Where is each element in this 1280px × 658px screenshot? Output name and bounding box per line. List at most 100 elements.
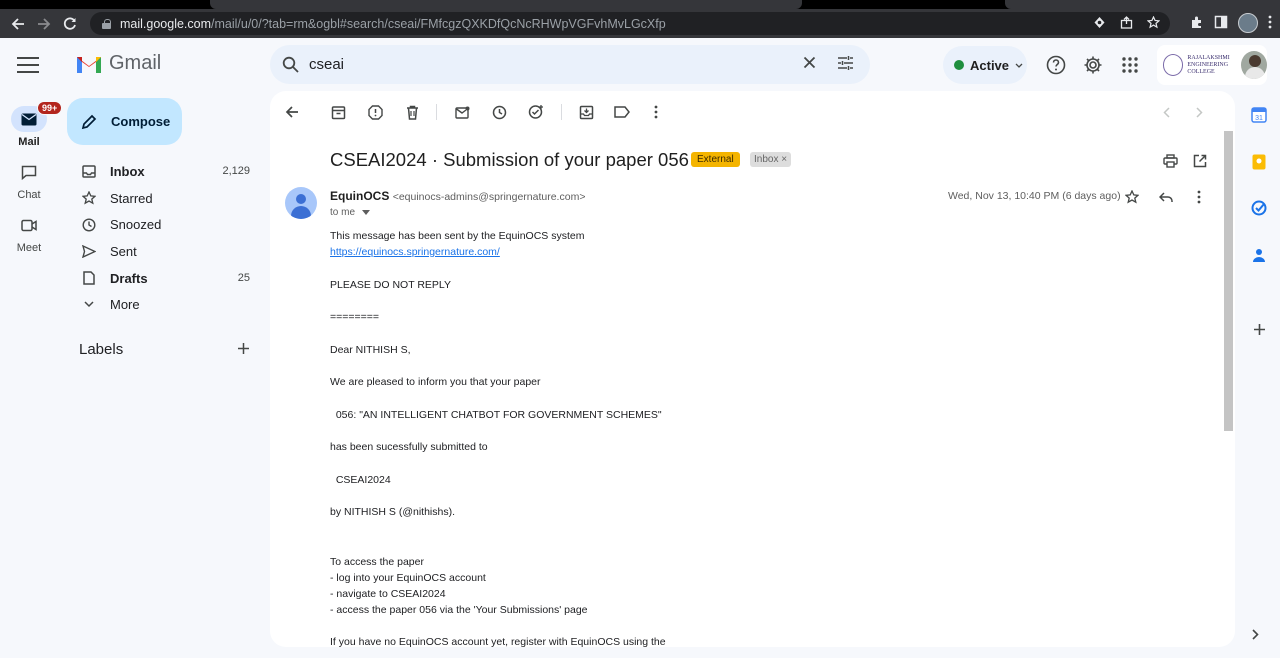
body-line: CSEAI2024 bbox=[330, 474, 391, 486]
browser-menu-icon[interactable] bbox=[1268, 15, 1272, 32]
body-line: If you have no EquinOCS account yet, reg… bbox=[330, 636, 666, 647]
move-to-icon[interactable] bbox=[577, 103, 595, 121]
account-card[interactable]: RAJALAKSHMI ENGINEERING COLLEGE bbox=[1157, 45, 1268, 85]
browser-tab-strip bbox=[0, 0, 1280, 9]
share-icon[interactable] bbox=[1120, 16, 1133, 32]
mail-icon bbox=[21, 113, 37, 125]
folder-count: 25 bbox=[237, 272, 250, 285]
add-label-button[interactable] bbox=[237, 339, 250, 359]
org-name: RAJALAKSHMI ENGINEERING COLLEGE bbox=[1187, 54, 1230, 75]
keep-icon[interactable] bbox=[1250, 153, 1268, 171]
rail-chat[interactable]: Chat bbox=[0, 159, 58, 201]
expand-side-panel-chevron-icon[interactable] bbox=[1252, 628, 1259, 643]
body-line: PLEASE DO NOT REPLY bbox=[330, 279, 451, 291]
folder-label: Drafts bbox=[110, 270, 148, 286]
body-line: 056: "AN INTELLIGENT CHATBOT FOR GOVERNM… bbox=[330, 409, 662, 421]
body-line: by NITHISH S (@nithishs). bbox=[330, 506, 456, 518]
sender-name[interactable]: EquinOCS bbox=[330, 189, 389, 203]
rail-meet[interactable]: Meet bbox=[0, 212, 58, 254]
sender-email: <equinocs-admins@springernature.com> bbox=[392, 191, 586, 203]
scrollbar-thumb[interactable] bbox=[1224, 131, 1233, 431]
rail-mail[interactable]: 99+ Mail bbox=[0, 101, 63, 148]
eye-icon[interactable] bbox=[1093, 16, 1106, 32]
folder-more[interactable]: More bbox=[70, 291, 265, 318]
compose-label: Compose bbox=[111, 114, 171, 129]
browser-profile-avatar[interactable] bbox=[1238, 13, 1258, 33]
bookmark-star-icon[interactable] bbox=[1146, 15, 1161, 32]
account-avatar bbox=[1241, 51, 1268, 79]
message-more-icon[interactable] bbox=[1190, 188, 1208, 206]
url-text: mail.google.com/mail/u/0/?tab=rm&ogbl#se… bbox=[120, 16, 666, 31]
chat-icon bbox=[21, 165, 37, 180]
gmail-logo-text: Gmail bbox=[109, 52, 162, 74]
extensions-puzzle-icon[interactable] bbox=[1190, 15, 1204, 32]
star-icon[interactable] bbox=[1123, 188, 1141, 206]
email-subject: CSEAI2024 · Submission of your paper 056 bbox=[330, 149, 689, 170]
add-task-icon[interactable] bbox=[527, 103, 545, 121]
pencil-icon bbox=[81, 114, 97, 129]
delete-trash-icon[interactable] bbox=[403, 103, 421, 121]
forward-arrow-icon[interactable] bbox=[31, 11, 57, 37]
folder-drafts[interactable]: Drafts 25 bbox=[70, 265, 265, 292]
reply-icon[interactable] bbox=[1157, 188, 1175, 206]
status-selector[interactable]: Active bbox=[943, 46, 1027, 84]
recipient-details-toggle[interactable]: to me bbox=[330, 207, 370, 218]
clock-icon bbox=[82, 218, 96, 232]
send-icon bbox=[82, 244, 96, 258]
folder-inbox[interactable]: Inbox 2,129 bbox=[70, 158, 265, 185]
folder-sent[interactable]: Sent bbox=[70, 238, 265, 265]
search-bar[interactable]: cseai bbox=[270, 45, 870, 84]
side-panel-icon[interactable] bbox=[1214, 15, 1228, 32]
newer-chevron-left-icon[interactable] bbox=[1157, 103, 1175, 121]
recipient-label: to me bbox=[330, 207, 356, 218]
compose-button[interactable]: Compose bbox=[67, 98, 182, 145]
sender-line: EquinOCS <equinocs-admins@springernature… bbox=[330, 189, 585, 203]
archive-icon[interactable] bbox=[329, 103, 347, 121]
back-to-search-icon[interactable] bbox=[283, 103, 301, 121]
clear-search-icon[interactable] bbox=[803, 53, 816, 74]
gmail-logo[interactable]: Gmail bbox=[75, 52, 161, 75]
help-icon[interactable] bbox=[1045, 54, 1067, 76]
inbox-label-chip[interactable]: Inbox × bbox=[750, 152, 792, 167]
folder-snoozed[interactable]: Snoozed bbox=[70, 211, 265, 238]
add-addon-plus-icon[interactable] bbox=[1250, 320, 1268, 338]
apps-grid-icon[interactable] bbox=[1119, 54, 1141, 76]
back-arrow-icon[interactable] bbox=[5, 11, 31, 37]
more-options-icon[interactable] bbox=[647, 103, 665, 121]
settings-gear-icon[interactable] bbox=[1082, 54, 1104, 76]
contacts-icon[interactable] bbox=[1250, 246, 1268, 264]
body-line: - navigate to CSEAI2024 bbox=[330, 588, 446, 600]
college-seal-icon bbox=[1163, 54, 1184, 76]
reload-icon[interactable] bbox=[57, 11, 83, 37]
search-options-icon[interactable] bbox=[837, 55, 854, 76]
calendar-icon[interactable]: 31 bbox=[1250, 106, 1268, 124]
browser-tab[interactable] bbox=[210, 0, 802, 9]
draft-icon bbox=[82, 271, 96, 285]
browser-tab[interactable] bbox=[1005, 0, 1280, 9]
folder-label: Starred bbox=[110, 190, 153, 206]
address-bar[interactable]: mail.google.com/mail/u/0/?tab=rm&ogbl#se… bbox=[90, 12, 1170, 35]
older-chevron-right-icon[interactable] bbox=[1190, 103, 1208, 121]
rail-chat-label: Chat bbox=[17, 189, 41, 201]
snooze-clock-icon[interactable] bbox=[490, 103, 508, 121]
body-line: - log into your EquinOCS account bbox=[330, 572, 486, 584]
search-icon[interactable] bbox=[282, 56, 299, 73]
main-menu-icon[interactable] bbox=[17, 57, 39, 73]
open-new-window-icon[interactable] bbox=[1191, 152, 1209, 170]
print-icon[interactable] bbox=[1161, 152, 1179, 170]
caret-down-icon bbox=[361, 210, 370, 215]
tasks-icon[interactable] bbox=[1250, 199, 1268, 217]
label-tag-icon[interactable] bbox=[613, 103, 631, 121]
body-link[interactable]: https://equinocs.springernature.com/ bbox=[330, 246, 500, 258]
folder-starred[interactable]: Starred bbox=[70, 185, 265, 212]
browser-toolbar: mail.google.com/mail/u/0/?tab=rm&ogbl#se… bbox=[0, 9, 1280, 38]
toolbar-divider bbox=[561, 104, 562, 120]
external-tag: External bbox=[691, 152, 740, 167]
report-spam-icon[interactable] bbox=[366, 103, 384, 121]
lock-icon bbox=[102, 18, 111, 29]
search-input[interactable]: cseai bbox=[309, 56, 344, 73]
mark-unread-icon[interactable] bbox=[453, 103, 471, 121]
message-toolbar bbox=[270, 91, 1235, 131]
message-view: CSEAI2024 · Submission of your paper 056… bbox=[270, 91, 1235, 647]
star-icon bbox=[82, 191, 96, 205]
